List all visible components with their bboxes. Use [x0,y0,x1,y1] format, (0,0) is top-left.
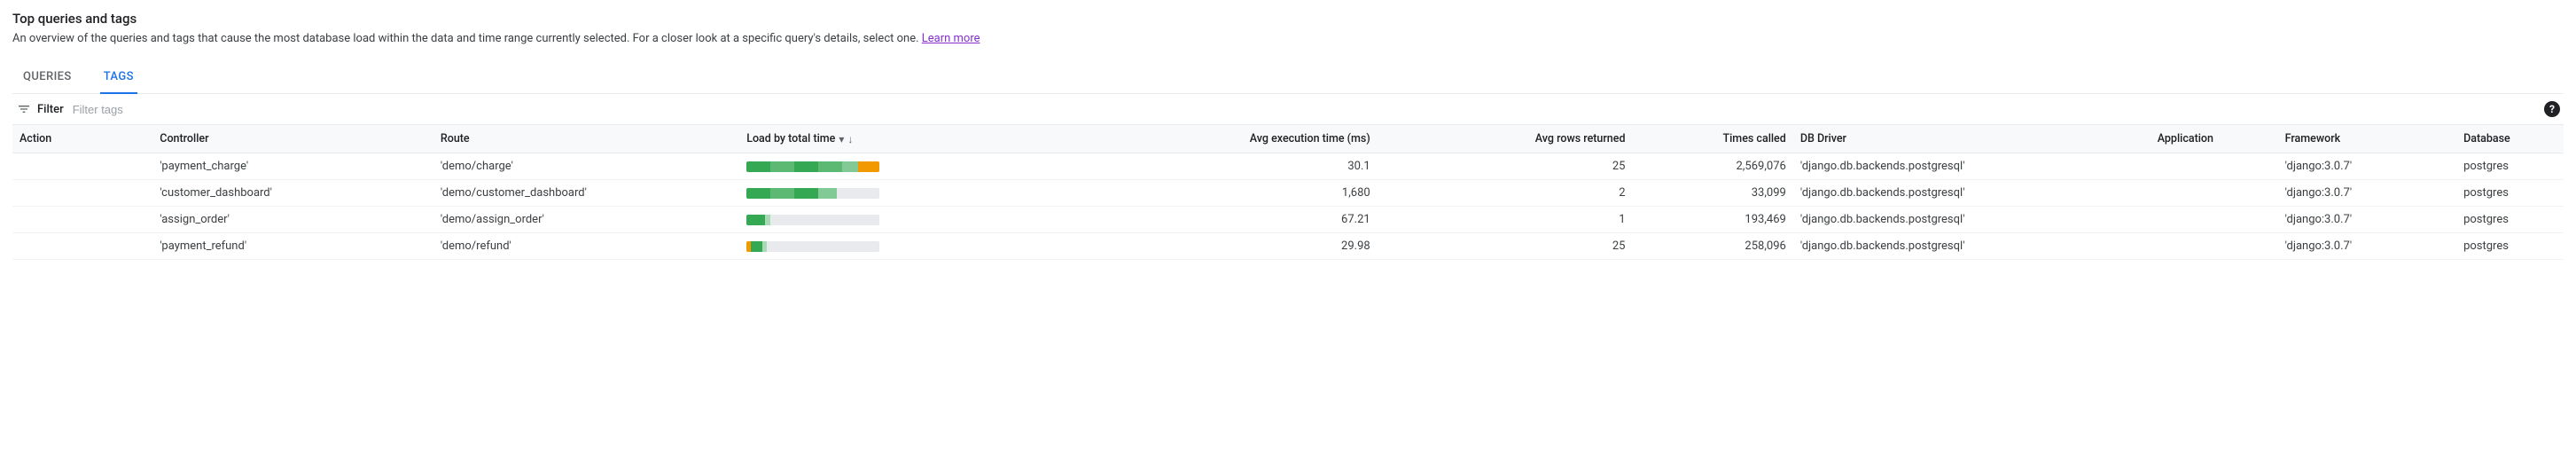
load-bar-segment [746,188,770,199]
col-route[interactable]: Route [433,125,739,153]
cell-exec: 1,680 [1097,180,1378,207]
col-load[interactable]: Load by total time ▾ ↓ [739,125,1097,153]
section-subtitle: An overview of the queries and tags that… [12,32,2564,45]
cell-framework: 'django:3.0.7' [2278,180,2456,207]
table-row[interactable]: 'payment_charge''demo/charge' 30.1252,569… [12,153,2564,180]
cell-rows_ret: 2 [1378,180,1633,207]
tags-table: Action Controller Route Load by total ti… [12,125,2564,260]
cell-controller: 'assign_order' [152,207,433,233]
cell-app [2151,207,2278,233]
cell-database: postgres [2456,207,2564,233]
cell-route: 'demo/assign_order' [433,207,739,233]
load-bar-segment [746,161,770,172]
cell-times: 33,099 [1633,180,1793,207]
load-bar-segment [770,161,794,172]
col-driver[interactable]: DB Driver [1793,125,2151,153]
cell-times: 2,569,076 [1633,153,1793,180]
col-database[interactable]: Database [2456,125,2564,153]
col-framework[interactable]: Framework [2278,125,2456,153]
col-load-label: Load by total time [746,132,835,145]
cell-load [739,233,1097,260]
cell-app [2151,233,2278,260]
cell-load [739,207,1097,233]
cell-load [739,180,1097,207]
load-bar-segment [818,188,837,199]
col-controller[interactable]: Controller [152,125,433,153]
col-app[interactable]: Application [2151,125,2278,153]
section-title: Top queries and tags [12,11,2564,27]
cell-app [2151,180,2278,207]
dropdown-caret-icon: ▾ [839,133,844,145]
cell-route: 'demo/charge' [433,153,739,180]
col-times[interactable]: Times called [1633,125,1793,153]
help-icon[interactable]: ? [2544,101,2560,117]
cell-database: postgres [2456,153,2564,180]
cell-controller: 'customer_dashboard' [152,180,433,207]
cell-times: 258,096 [1633,233,1793,260]
load-bar-segment [858,161,879,172]
cell-times: 193,469 [1633,207,1793,233]
cell-action [12,207,152,233]
cell-controller: 'payment_refund' [152,233,433,260]
load-bar-segment [837,188,879,199]
cell-rows_ret: 25 [1378,153,1633,180]
cell-driver: 'django.db.backends.postgresql' [1793,180,2151,207]
cell-exec: 67.21 [1097,207,1378,233]
cell-exec: 30.1 [1097,153,1378,180]
load-bar-segment [842,161,858,172]
cell-app [2151,153,2278,180]
cell-database: postgres [2456,233,2564,260]
cell-rows_ret: 1 [1378,207,1633,233]
load-bar-segment [818,161,842,172]
cell-action [12,180,152,207]
cell-database: postgres [2456,180,2564,207]
filter-bar: Filter ? [12,94,2564,125]
cell-driver: 'django.db.backends.postgresql' [1793,153,2151,180]
cell-action [12,233,152,260]
load-bar-segment [794,161,818,172]
load-bar [746,241,879,252]
tab-tags[interactable]: TAGS [100,61,137,94]
load-bar-segment [746,215,765,225]
cell-load [739,153,1097,180]
tab-bar: QUERIES TAGS [12,61,2564,94]
cell-framework: 'django:3.0.7' [2278,207,2456,233]
filter-label: Filter [37,103,64,116]
cell-framework: 'django:3.0.7' [2278,153,2456,180]
load-bar-segment [751,241,763,252]
col-exec[interactable]: Avg execution time (ms) [1097,125,1378,153]
load-bar-segment [767,241,880,252]
load-bar [746,161,879,172]
cell-route: 'demo/refund' [433,233,739,260]
cell-exec: 29.98 [1097,233,1378,260]
table-row[interactable]: 'assign_order''demo/assign_order' 67.2111… [12,207,2564,233]
subtitle-text: An overview of the queries and tags that… [12,32,922,45]
sort-descending-icon: ↓ [847,133,853,145]
filter-input[interactable] [73,103,2537,116]
load-bar [746,215,879,225]
table-header-row: Action Controller Route Load by total ti… [12,125,2564,153]
tab-queries[interactable]: QUERIES [20,61,75,94]
cell-route: 'demo/customer_dashboard' [433,180,739,207]
col-rows[interactable]: Avg rows returned [1378,125,1633,153]
cell-driver: 'django.db.backends.postgresql' [1793,207,2151,233]
table-row[interactable]: 'payment_refund''demo/refund' 29.9825258,… [12,233,2564,260]
cell-controller: 'payment_charge' [152,153,433,180]
load-bar [746,188,879,199]
cell-action [12,153,152,180]
col-action[interactable]: Action [12,125,152,153]
cell-driver: 'django.db.backends.postgresql' [1793,233,2151,260]
learn-more-link[interactable]: Learn more [922,32,980,45]
filter-icon [16,101,32,117]
load-bar-segment [794,188,818,199]
cell-framework: 'django:3.0.7' [2278,233,2456,260]
cell-rows_ret: 25 [1378,233,1633,260]
load-bar-segment [770,215,879,225]
load-bar-segment [770,188,794,199]
table-row[interactable]: 'customer_dashboard''demo/customer_dashb… [12,180,2564,207]
